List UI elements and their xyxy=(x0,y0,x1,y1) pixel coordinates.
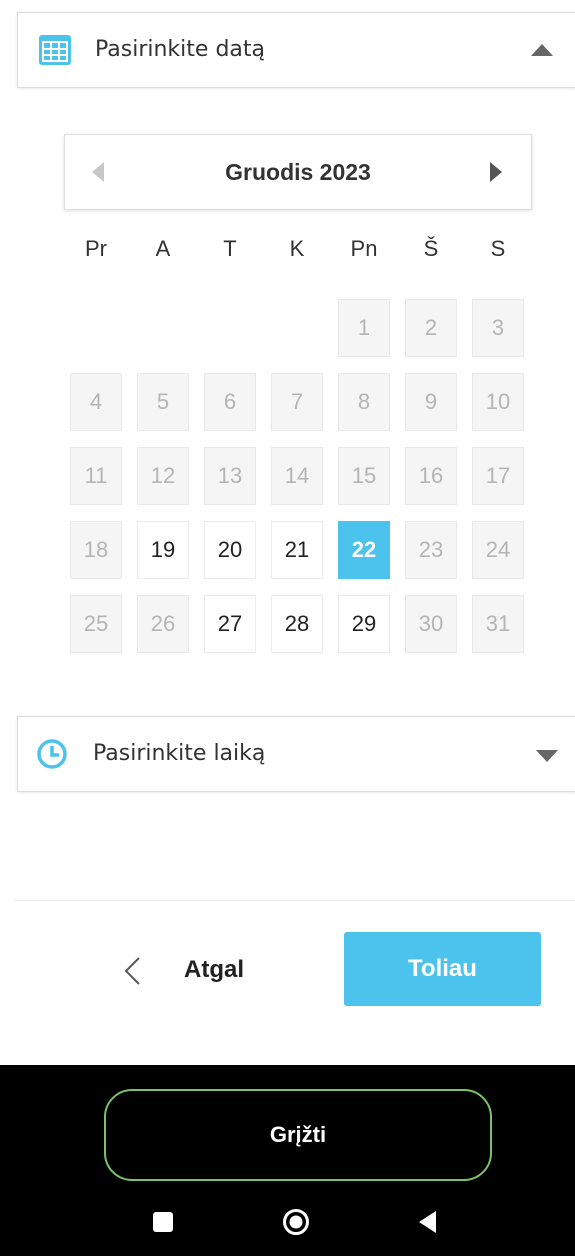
caret-up-icon[interactable] xyxy=(531,43,553,57)
calendar-grid: 1 2 3 4 5 6 7 8 9 10 11 12 13 14 15 16 17 18 19 20 21 22 23 24 2… xyxy=(70,299,524,653)
calendar-day: 3 xyxy=(472,299,524,357)
calendar-day-selected[interactable]: 22 xyxy=(338,521,390,579)
calendar-day: 16 xyxy=(405,447,457,505)
calendar-day: 31 xyxy=(472,595,524,653)
calendar-day: 25 xyxy=(70,595,122,653)
month-title: Gruodis 2023 xyxy=(225,159,371,185)
recents-square-icon[interactable] xyxy=(148,1207,178,1237)
chevron-left-icon xyxy=(124,957,140,985)
calendar-day[interactable]: 27 xyxy=(204,595,256,653)
back-button-label: Atgal xyxy=(184,956,244,983)
weekday-header: Pr A T K Pn Š S xyxy=(70,236,524,270)
calendar-day: 7 xyxy=(271,373,323,431)
divider xyxy=(14,900,575,901)
calendar-day: 1 xyxy=(338,299,390,357)
next-month-icon[interactable] xyxy=(489,161,503,183)
return-button[interactable]: Grįžti xyxy=(104,1089,492,1181)
system-area: Grįžti xyxy=(0,1065,575,1256)
calendar-day: 10 xyxy=(472,373,524,431)
calendar-day[interactable]: 20 xyxy=(204,521,256,579)
back-button[interactable]: Atgal xyxy=(114,940,264,1000)
weekday-label: Pr xyxy=(85,236,107,261)
calendar-day: 26 xyxy=(137,595,189,653)
calendar-day: 9 xyxy=(405,373,457,431)
calendar-day: 11 xyxy=(70,447,122,505)
calendar-day: 6 xyxy=(204,373,256,431)
back-triangle-icon[interactable] xyxy=(414,1207,444,1237)
calendar-day[interactable]: 29 xyxy=(338,595,390,653)
calendar-day: 12 xyxy=(137,447,189,505)
calendar-day[interactable]: 28 xyxy=(271,595,323,653)
calendar-day: 18 xyxy=(70,521,122,579)
calendar-day: 4 xyxy=(70,373,122,431)
calendar-icon xyxy=(39,35,71,65)
calendar-day: 2 xyxy=(405,299,457,357)
home-circle-icon[interactable] xyxy=(281,1207,311,1237)
date-section-header[interactable]: Pasirinkite datą xyxy=(17,12,575,88)
date-section-label: Pasirinkite datą xyxy=(95,37,265,62)
calendar-day: 8 xyxy=(338,373,390,431)
weekday-label: S xyxy=(490,236,506,261)
calendar-day[interactable]: 19 xyxy=(137,521,189,579)
caret-down-icon[interactable] xyxy=(536,749,558,763)
weekday-label: A xyxy=(155,236,171,261)
calendar-day[interactable]: 21 xyxy=(271,521,323,579)
month-navigator: Gruodis 2023 xyxy=(64,134,532,210)
weekday-label: Pn xyxy=(350,236,378,261)
calendar-day: 5 xyxy=(137,373,189,431)
calendar-day: 15 xyxy=(338,447,390,505)
clock-icon xyxy=(37,739,67,769)
calendar-day: 13 xyxy=(204,447,256,505)
calendar-day: 24 xyxy=(472,521,524,579)
weekday-label: Š xyxy=(423,236,439,261)
time-section-header[interactable]: Pasirinkite laiką xyxy=(17,716,575,792)
next-button[interactable]: Toliau xyxy=(344,932,541,1006)
calendar-day: 14 xyxy=(271,447,323,505)
time-section-label: Pasirinkite laiką xyxy=(93,741,266,766)
calendar-day: 30 xyxy=(405,595,457,653)
weekday-label: T xyxy=(223,236,237,261)
calendar-day: 23 xyxy=(405,521,457,579)
weekday-label: K xyxy=(289,236,305,261)
calendar-day: 17 xyxy=(472,447,524,505)
